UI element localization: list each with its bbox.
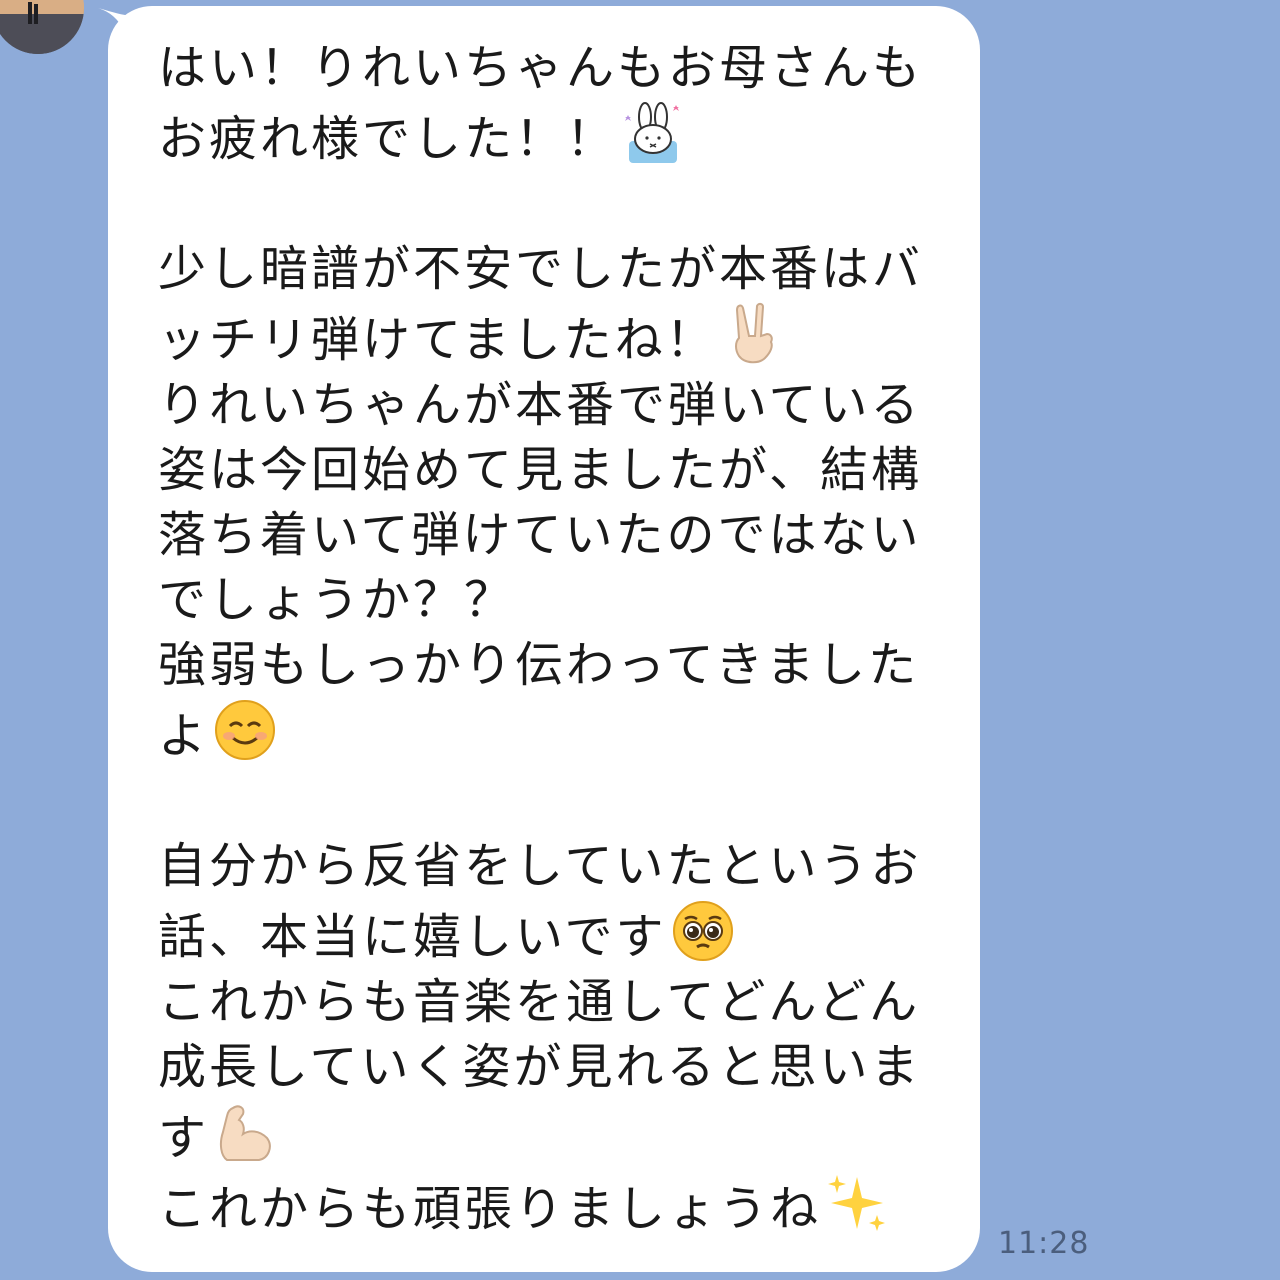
message-line: 話、本当に嬉しいです xyxy=(158,909,667,965)
message-line: でしょうか？？ xyxy=(158,572,516,628)
pleading-face-icon xyxy=(671,899,735,963)
message-line: はい！りれいちゃんもお母さんも xyxy=(158,40,924,96)
smiling-face-icon xyxy=(213,698,277,762)
message-line: 姿は今回始めて見ましたが、結構 xyxy=(158,442,923,498)
message-line: よ xyxy=(158,708,210,764)
message-line: ッチリ弾けてましたね！ xyxy=(158,312,717,368)
message-line: これからも頑張りましょうね xyxy=(158,1181,822,1237)
victory-hand-icon xyxy=(721,302,785,366)
message-line: 強弱もしっかり伝わってきました xyxy=(158,637,920,693)
flexed-biceps-icon xyxy=(213,1100,277,1164)
message-line: 自分から反省をしていたというお xyxy=(158,838,922,894)
sender-avatar[interactable] xyxy=(0,0,84,54)
chat-area: はい！りれいちゃんもお母さんも お疲れ様でした！！ 少し暗譜が不安でしたが本番は… xyxy=(0,0,1280,1280)
message-line: 少し暗譜が不安でしたが本番はバ xyxy=(158,241,924,297)
message-line: お疲れ様でした！！ xyxy=(158,111,618,167)
message-line: 成長していく姿が見れると思いま xyxy=(158,1039,922,1095)
message-timestamp: 11:28 xyxy=(998,1226,1090,1261)
message-line: す xyxy=(158,1110,210,1166)
message-line: これからも音楽を通してどんどん xyxy=(158,974,921,1030)
message-line: 落ち着いて弾けていたのではない xyxy=(158,507,922,563)
sparkles-icon xyxy=(825,1171,889,1235)
message-text: はい！りれいちゃんもお母さんも お疲れ様でした！！ 少し暗譜が不安でしたが本番は… xyxy=(158,36,948,1242)
message-line: りれいちゃんが本番で弾いている xyxy=(158,377,922,433)
bunny-sticker-icon xyxy=(621,101,685,165)
